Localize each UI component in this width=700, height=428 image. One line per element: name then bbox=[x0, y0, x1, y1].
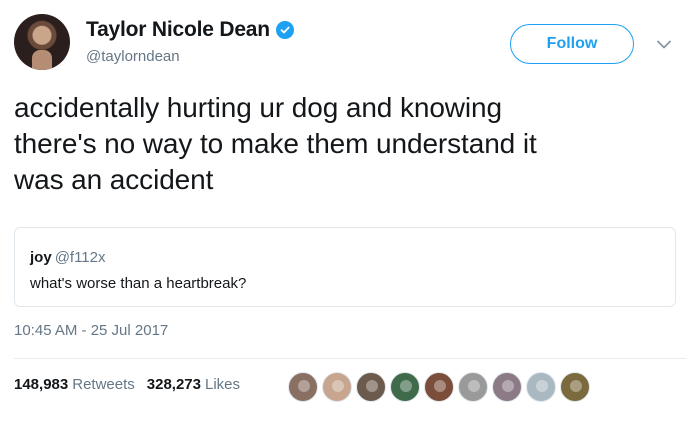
quoted-author-name: joy bbox=[30, 249, 52, 266]
liker-avatar-3[interactable] bbox=[356, 372, 386, 402]
verified-badge-icon bbox=[275, 21, 294, 39]
liker-avatar-1[interactable] bbox=[288, 372, 318, 402]
quoted-tweet-header: joy @f112x bbox=[30, 249, 106, 266]
liker-avatar-7[interactable] bbox=[492, 372, 522, 402]
liker-avatar-6[interactable] bbox=[458, 372, 488, 402]
liker-avatar-4[interactable] bbox=[390, 372, 420, 402]
liker-avatar-8[interactable] bbox=[526, 372, 556, 402]
quoted-tweet[interactable]: joy @f112x what's worse than a heartbreak… bbox=[14, 227, 676, 307]
tweet-header: Taylor Nicole Dean @taylorndean Follow bbox=[14, 14, 686, 76]
author-display-name[interactable]: Taylor Nicole Dean bbox=[86, 18, 270, 42]
likes-label[interactable]: Likes bbox=[205, 376, 240, 393]
divider bbox=[14, 358, 686, 359]
tweet-text-line: there's no way to make them understand i… bbox=[14, 128, 537, 159]
retweets-count[interactable]: 148,983 bbox=[14, 376, 68, 393]
author-name-row: Taylor Nicole Dean bbox=[86, 18, 294, 42]
retweets-label[interactable]: Retweets bbox=[72, 376, 135, 393]
tweet-text-line: was an accident bbox=[14, 164, 214, 195]
chevron-down-icon[interactable] bbox=[654, 36, 674, 52]
author-handle[interactable]: @taylorndean bbox=[86, 48, 180, 65]
author-avatar[interactable] bbox=[14, 14, 70, 70]
liker-avatar-2[interactable] bbox=[322, 372, 352, 402]
tweet-text-line: accidentally hurting ur dog and knowing bbox=[14, 92, 502, 123]
liker-avatar-9[interactable] bbox=[560, 372, 590, 402]
quoted-author-handle: @f112x bbox=[54, 249, 106, 266]
engagement-stats: 148,983 Retweets 328,273 Likes bbox=[14, 376, 252, 393]
tweet-timestamp[interactable]: 10:45 AM - 25 Jul 2017 bbox=[14, 322, 168, 339]
liker-avatar-5[interactable] bbox=[424, 372, 454, 402]
liker-avatars bbox=[288, 372, 590, 402]
tweet-text: accidentally hurting ur dog and knowing … bbox=[14, 90, 674, 198]
likes-count[interactable]: 328,273 bbox=[147, 376, 201, 393]
follow-button[interactable]: Follow bbox=[510, 24, 634, 64]
quoted-tweet-text: what's worse than a heartbreak? bbox=[30, 275, 247, 292]
